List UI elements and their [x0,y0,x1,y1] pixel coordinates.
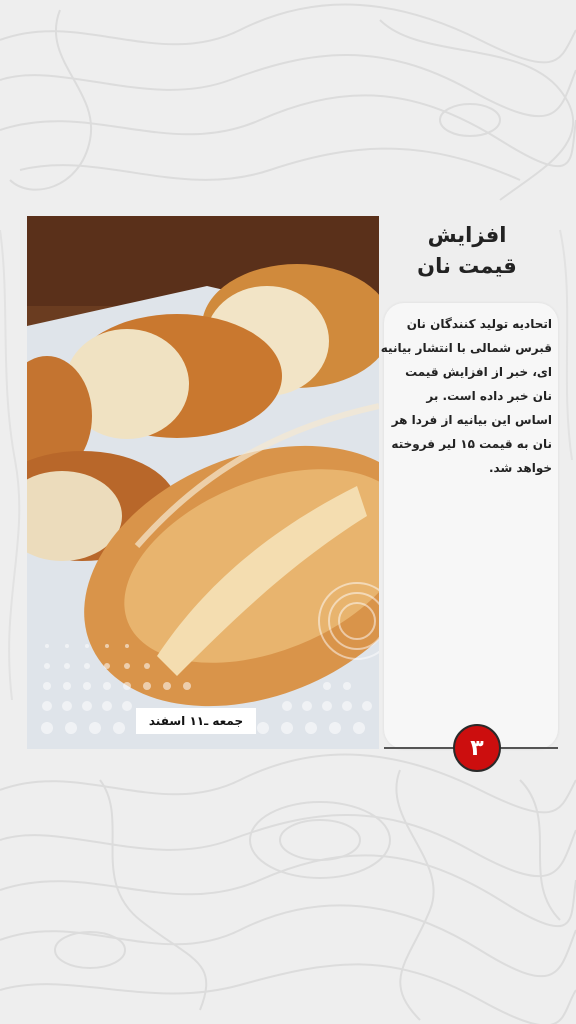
bread-illustration [27,216,379,749]
news-body-line: قبرس شمالی با انتشار بیانیه [380,341,552,355]
news-title: افزایش قیمت نان [392,220,542,282]
bread-photo [27,216,379,749]
news-body-line: اتحادیه تولید کنندگان نان [406,317,552,331]
page-number-badge[interactable]: ۳ [453,724,501,772]
news-body-line: ای، خبر از افزایش قیمت [405,365,552,379]
news-body-line: خواهد شد. [488,461,552,475]
news-body-line: نان به قیمت ۱۵ لیر فروخته [391,437,552,451]
news-body-line: نان خبر داده است. بر [426,389,552,403]
news-title-line: قیمت نان [417,254,517,278]
date-badge: جمعه ـ۱۱ اسفند [136,708,256,734]
news-body-line: اساس این بیانیه از فردا هر [391,413,552,427]
news-title-line: افزایش [427,223,507,247]
news-body: اتحادیه تولید کنندگان نان قبرس شمالی با … [380,312,552,480]
